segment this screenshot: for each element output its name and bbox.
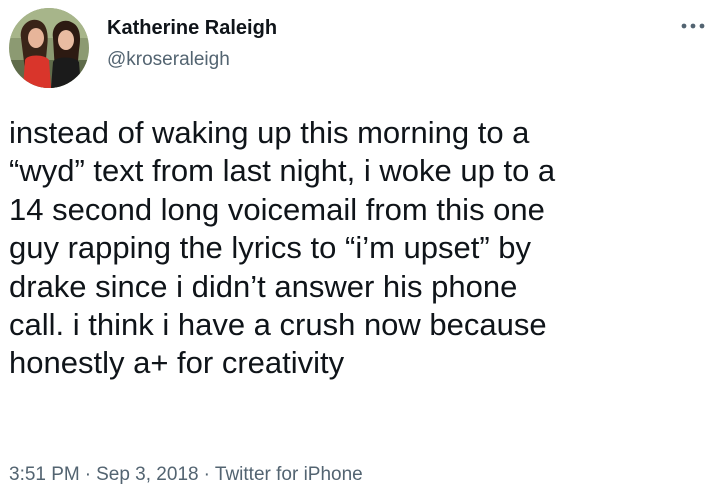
tweet-card: Katherine Raleigh @kroseraleigh instead … (0, 0, 721, 501)
avatar[interactable] (9, 8, 89, 88)
author-handle[interactable]: @kroseraleigh (107, 48, 230, 72)
tweet-time[interactable]: 3:51 PM (9, 464, 80, 485)
meta-separator: · (203, 464, 210, 485)
more-options-button[interactable] (668, 14, 712, 38)
tweet-date[interactable]: Sep 3, 2018 (96, 464, 198, 485)
more-horizontal-icon (681, 23, 705, 29)
author-display-name[interactable]: Katherine Raleigh (107, 16, 277, 40)
meta-separator: · (84, 464, 92, 485)
tweet-source[interactable]: Twitter for iPhone (215, 464, 363, 485)
tweet-text: instead of waking up this morning to a “… (9, 115, 556, 381)
profile-photo-icon (9, 8, 89, 88)
tweet-metadata: 3:51 PM · Sep 3, 2018 · Twitter for iPhone (9, 463, 363, 487)
